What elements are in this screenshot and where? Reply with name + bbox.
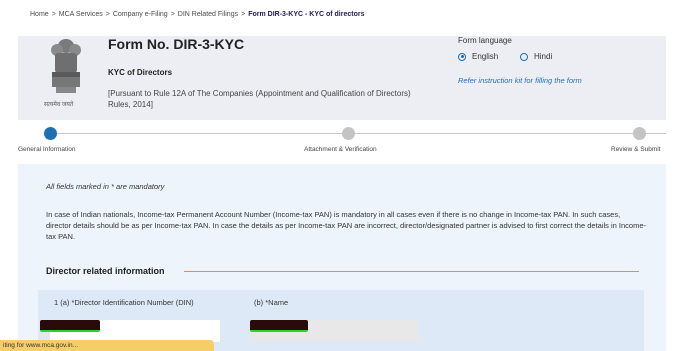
form-stepper: General Information Attachment & Verific… [0, 124, 696, 158]
breadcrumb-separator: > [105, 11, 110, 18]
breadcrumb-din-filings[interactable]: DIN Related Filings [178, 11, 238, 18]
language-hindi-radio[interactable]: Hindi [520, 52, 552, 61]
browser-status-bar: iting for www.mca.gov.in... [0, 340, 214, 351]
step-review-submit-indicator[interactable] [633, 127, 646, 140]
stepper-track [52, 133, 666, 134]
section-divider [184, 271, 639, 272]
din-label: 1 (a) *Director Identification Number (D… [54, 298, 194, 307]
step-attachment-verification-indicator[interactable] [342, 127, 355, 140]
form-title: Form No. DIR-3-KYC [108, 36, 245, 52]
redacted-name-value [250, 320, 308, 332]
emblem-motto: सत्यमेव जयते [44, 102, 74, 108]
page: Home > MCA Services > Company e-Filing > DIN R… [0, 0, 696, 351]
language-english-label: English [472, 52, 499, 61]
step-review-submit-label: Review & Submit [611, 146, 661, 153]
breadcrumb-mca-services[interactable]: MCA Services [59, 11, 103, 18]
form-header: सत्यमेव जयते Form No. DIR-3-KYC KYC of D… [18, 36, 666, 120]
breadcrumb-company-efiling[interactable]: Company e-Filing [113, 11, 168, 18]
mandatory-note: All fields marked in * are mandatory [46, 182, 165, 191]
language-hindi-label: Hindi [534, 52, 553, 61]
radio-selected-icon [458, 52, 466, 61]
step-attachment-verification-label: Attachment & Verification [304, 146, 377, 153]
form-description: [Pursuant to Rule 12A of The Companies (… [108, 89, 411, 109]
breadcrumb-separator: > [241, 11, 246, 18]
form-subtitle: KYC of Directors [108, 68, 173, 77]
section-title: Director related information [46, 266, 165, 276]
form-content: All fields marked in * are mandatory In … [18, 164, 666, 351]
breadcrumb-home[interactable]: Home [30, 11, 49, 18]
radio-unselected-icon [520, 52, 528, 61]
form-language-label: Form language [458, 36, 512, 45]
language-english-radio[interactable]: English [458, 52, 498, 61]
step-general-information-indicator[interactable] [44, 127, 57, 140]
instruction-kit-link[interactable]: Refer instruction kit for filling the fo… [458, 76, 582, 85]
breadcrumb-separator: > [51, 11, 56, 18]
national-emblem-icon [46, 36, 86, 110]
breadcrumb-current: Form DIR-3-KYC - KYC of directors [248, 11, 365, 18]
redacted-din-value [40, 320, 100, 332]
step-general-information-label: General Information [18, 146, 76, 153]
name-label: (b) *Name [254, 298, 289, 307]
breadcrumb: Home > MCA Services > Company e-Filing > DIN R… [30, 11, 365, 18]
breadcrumb-separator: > [170, 11, 175, 18]
pan-info-paragraph: In case of Indian nationals, Income-tax … [46, 210, 647, 241]
